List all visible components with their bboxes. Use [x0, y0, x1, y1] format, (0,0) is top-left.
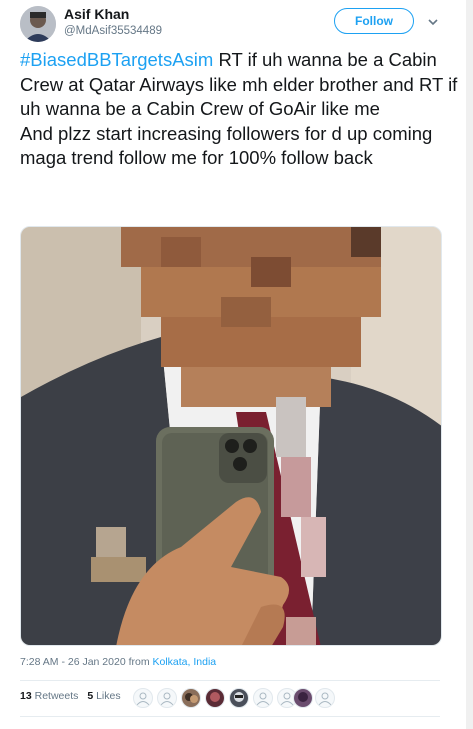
- default-avatar-icon[interactable]: [157, 688, 177, 708]
- scrollbar[interactable]: [466, 0, 473, 729]
- location-link[interactable]: Kolkata, India: [153, 656, 217, 668]
- tweet-text-body-2: And plzz start increasing followers for …: [20, 122, 433, 169]
- timestamp-link[interactable]: 7:28 AM - 26 Jan 2020: [20, 656, 126, 668]
- follow-button[interactable]: Follow: [334, 8, 414, 34]
- tweet-stats: 13 Retweets 5 Likes: [20, 690, 127, 702]
- likes-label: Likes: [96, 690, 121, 702]
- default-avatar-icon[interactable]: [315, 688, 335, 708]
- tweet-text: #BiasedBBTargetsAsim RT if uh wanna be a…: [20, 48, 460, 171]
- author-block: Asif Khan @MdAsif35534489: [64, 6, 162, 40]
- from-label: from: [128, 656, 150, 668]
- tweet-card: Asif Khan @MdAsif35534489 Follow #Biased…: [0, 0, 473, 729]
- avatar[interactable]: [20, 6, 56, 42]
- divider-bottom: [20, 716, 440, 717]
- liker-avatar[interactable]: [205, 688, 225, 708]
- tweet-photo[interactable]: [20, 226, 442, 646]
- liker-avatar[interactable]: [181, 688, 201, 708]
- retweets-label: Retweets: [34, 690, 79, 702]
- default-avatar-icon[interactable]: [253, 688, 273, 708]
- retweets-stat[interactable]: 13 Retweets: [20, 690, 78, 702]
- liker-avatar[interactable]: [293, 688, 313, 708]
- default-avatar-icon[interactable]: [133, 688, 153, 708]
- hashtag-link[interactable]: #BiasedBBTargetsAsim: [20, 49, 213, 70]
- divider-top: [20, 680, 440, 681]
- tweet-timestamp: 7:28 AM - 26 Jan 2020 from Kolkata, Indi…: [20, 656, 216, 668]
- likes-count: 5: [87, 690, 94, 702]
- author-display-name[interactable]: Asif Khan: [64, 6, 162, 23]
- author-handle[interactable]: @MdAsif35534489: [64, 23, 162, 40]
- chevron-down-icon[interactable]: [424, 13, 442, 31]
- liker-avatar[interactable]: [229, 688, 249, 708]
- retweets-count: 13: [20, 690, 32, 702]
- likes-stat[interactable]: 5 Likes: [87, 690, 120, 702]
